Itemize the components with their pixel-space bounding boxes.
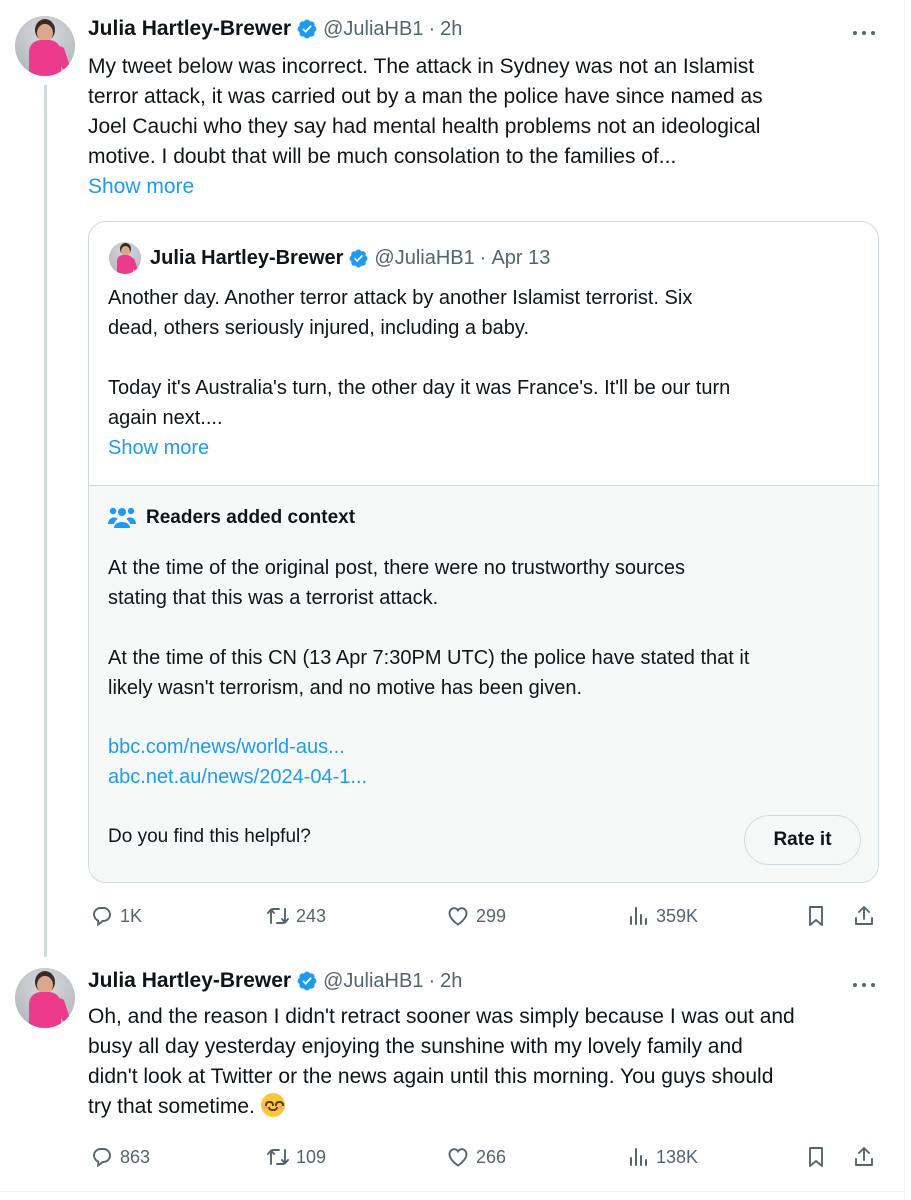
view-count: 359K <box>656 905 699 926</box>
analytics-icon <box>630 1148 647 1166</box>
source-link[interactable]: abc.net.au/news/2024-04-1... <box>108 766 367 789</box>
quoted-author-avatar[interactable] <box>109 242 141 274</box>
more-dot-icon <box>871 983 875 987</box>
verified-badge-icon <box>297 19 317 39</box>
share-icon <box>855 1147 873 1166</box>
verified-badge-icon <box>349 249 368 267</box>
separator-dot: · <box>428 969 436 992</box>
views-button[interactable]: 138K <box>626 1142 698 1172</box>
tweet-header: Julia Hartley-Brewer @JuliaHB1 · 2h <box>88 17 462 41</box>
more-dot-icon <box>871 31 875 35</box>
tweet[interactable]: Julia Hartley-Brewer @JuliaHB1 · 2h Oh, … <box>0 960 905 1192</box>
bookmark-button[interactable] <box>804 1142 828 1172</box>
like-button[interactable]: 299 <box>446 901 506 931</box>
repost-icon <box>267 908 289 924</box>
share-button[interactable] <box>852 901 876 931</box>
more-options-button[interactable] <box>850 23 878 43</box>
bookmark-icon <box>809 906 823 926</box>
smiling-face-emoji-icon <box>260 1093 285 1117</box>
tweet-actions-bar: 863 109 266 138K <box>88 1142 888 1172</box>
reply-icon <box>93 1148 111 1168</box>
repost-icon <box>267 1149 289 1165</box>
tweet-header: Julia Hartley-Brewer @JuliaHB1 · 2h <box>88 969 462 993</box>
reply-count: 1K <box>120 905 143 926</box>
author-handle[interactable]: @JuliaHB1 <box>323 18 423 41</box>
people-icon <box>108 507 136 528</box>
reply-icon <box>93 907 111 927</box>
views-button[interactable]: 359K <box>626 901 698 931</box>
thread-connector-line <box>44 85 47 957</box>
reply-count: 863 <box>120 1146 151 1167</box>
more-dot-icon <box>853 31 857 35</box>
author-avatar[interactable] <box>15 968 75 1028</box>
share-button[interactable] <box>852 1142 876 1172</box>
community-note-title: Readers added context <box>146 507 356 528</box>
separator-dot: · <box>479 246 487 269</box>
more-dot-icon <box>862 983 866 987</box>
tweet-divider <box>0 1191 905 1192</box>
repost-button[interactable]: 243 <box>266 901 326 931</box>
tweet-actions-bar: 1K 243 299 359K <box>88 901 888 931</box>
quoted-tweet-text: Another day. Another terror attack by an… <box>108 287 731 429</box>
like-count: 299 <box>476 905 507 926</box>
heart-icon <box>448 907 468 926</box>
reply-button[interactable]: 863 <box>90 1142 150 1172</box>
repost-button[interactable]: 109 <box>266 1142 326 1172</box>
quoted-tweet-card[interactable]: Julia Hartley-Brewer @JuliaHB1 · Apr 13 … <box>88 221 879 883</box>
more-dot-icon <box>853 983 857 987</box>
source-link[interactable]: bbc.com/news/world-aus... <box>108 736 345 759</box>
tweet-timestamp[interactable]: 2h <box>440 18 462 41</box>
more-options-button[interactable] <box>850 975 878 995</box>
show-more-link[interactable]: Show more <box>88 175 194 199</box>
repost-count: 109 <box>296 1146 327 1167</box>
bookmark-button[interactable] <box>804 901 828 931</box>
helpful-prompt: Do you find this helpful? <box>108 826 311 847</box>
tweet[interactable]: Julia Hartley-Brewer @JuliaHB1 · 2h My t… <box>0 0 905 960</box>
quoted-author-handle[interactable]: @JuliaHB1 <box>374 247 474 270</box>
separator-dot: · <box>428 17 436 40</box>
tweet-text-body: Oh, and the reason I didn't retract soon… <box>88 1005 795 1118</box>
verified-badge-icon <box>297 971 317 991</box>
community-note-text: At the time of the original post, there … <box>108 557 750 699</box>
community-note: Readers added context At the time of the… <box>89 485 878 882</box>
quoted-tweet-date[interactable]: Apr 13 <box>491 247 550 270</box>
quoted-show-more-link[interactable]: Show more <box>108 437 209 460</box>
reply-button[interactable]: 1K <box>90 901 142 931</box>
tweet-text: My tweet below was incorrect. The attack… <box>88 55 763 168</box>
more-dot-icon <box>862 31 866 35</box>
analytics-icon <box>630 907 647 925</box>
view-count: 138K <box>656 1146 699 1167</box>
author-avatar[interactable] <box>15 16 75 76</box>
heart-icon <box>448 1148 468 1167</box>
share-icon <box>855 906 873 925</box>
author-handle[interactable]: @JuliaHB1 <box>323 970 423 993</box>
quoted-author-name[interactable]: Julia Hartley-Brewer <box>150 247 343 270</box>
bookmark-icon <box>809 1147 823 1167</box>
like-count: 266 <box>476 1146 507 1167</box>
author-name[interactable]: Julia Hartley-Brewer <box>88 17 291 41</box>
tweet-text: Oh, and the reason I didn't retract soon… <box>88 1002 893 1122</box>
tweet-timestamp[interactable]: 2h <box>440 970 462 993</box>
repost-count: 243 <box>296 905 327 926</box>
author-name[interactable]: Julia Hartley-Brewer <box>88 969 291 993</box>
rate-it-button[interactable]: Rate it <box>744 815 861 865</box>
like-button[interactable]: 266 <box>446 1142 506 1172</box>
